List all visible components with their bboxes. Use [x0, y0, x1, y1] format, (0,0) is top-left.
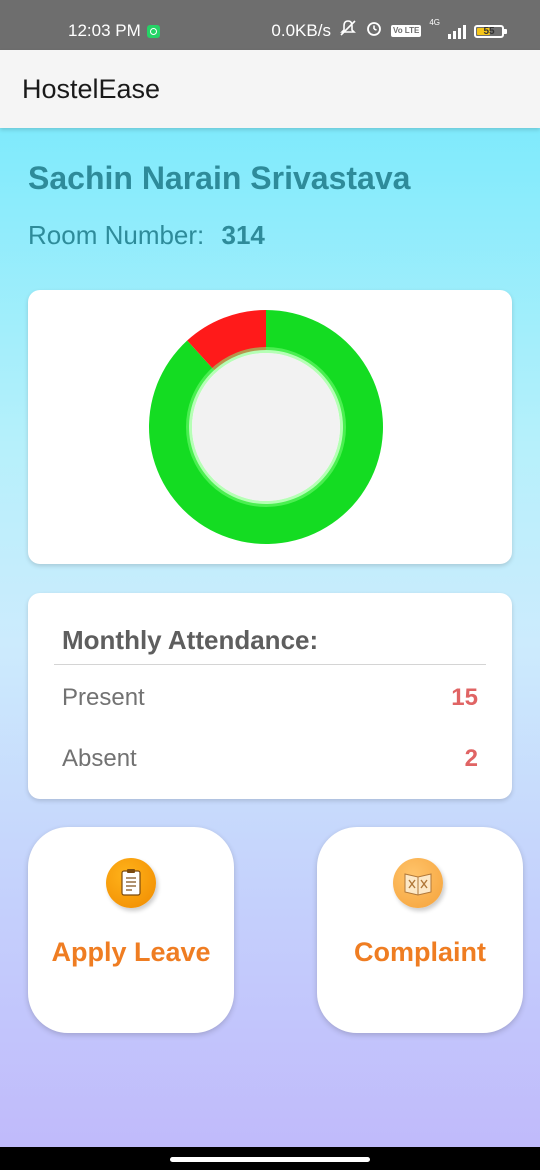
room-label: Room Number: [28, 220, 205, 250]
status-bar: 12:03 PM 0.0KB/s Vo LTE 4G 55 [0, 0, 540, 50]
app-title: HostelEase [22, 74, 161, 104]
status-right: 0.0KB/s Vo LTE 4G 55 [271, 18, 507, 43]
apply-leave-button[interactable]: Apply Leave [28, 827, 234, 1033]
present-value: 15 [451, 684, 478, 711]
student-name: Sachin Narain Srivastava [28, 160, 411, 196]
attendance-donut-chart[interactable] [28, 290, 512, 564]
monthly-attendance-card: Monthly Attendance: Present 15 Absent 2 [28, 593, 512, 799]
system-nav-bar [0, 1147, 540, 1170]
present-label: Present [62, 684, 145, 711]
battery-level: 55 [483, 25, 495, 37]
status-time: 12:03 PM [68, 21, 141, 40]
alarm-icon [365, 19, 383, 43]
attendance-divider [54, 664, 486, 665]
attendance-chart-card [28, 290, 512, 564]
whatsapp-icon [146, 24, 160, 38]
network-speed: 0.0KB/s [271, 21, 331, 40]
complaint-button[interactable]: Complaint [317, 827, 523, 1033]
home-gesture-handle[interactable] [170, 1157, 370, 1162]
clipboard-icon [106, 858, 156, 908]
network-type: 4G [429, 18, 440, 27]
app-bar: HostelEase [0, 50, 540, 128]
battery-icon: 55 [474, 24, 507, 38]
absent-label: Absent [62, 745, 137, 772]
room-number: 314 [221, 220, 265, 250]
room-row: Room Number: 314 [28, 220, 265, 251]
complaint-label: Complaint [354, 937, 486, 967]
apply-leave-label: Apply Leave [51, 937, 211, 967]
signal-icon [448, 23, 466, 39]
mute-icon [339, 19, 357, 43]
complaint-book-icon [393, 858, 443, 908]
donut-center [192, 353, 340, 501]
attendance-title: Monthly Attendance: [62, 625, 319, 655]
absent-value: 2 [464, 745, 478, 772]
status-left: 12:03 PM [68, 21, 160, 41]
volte-icon: Vo LTE [390, 25, 422, 37]
